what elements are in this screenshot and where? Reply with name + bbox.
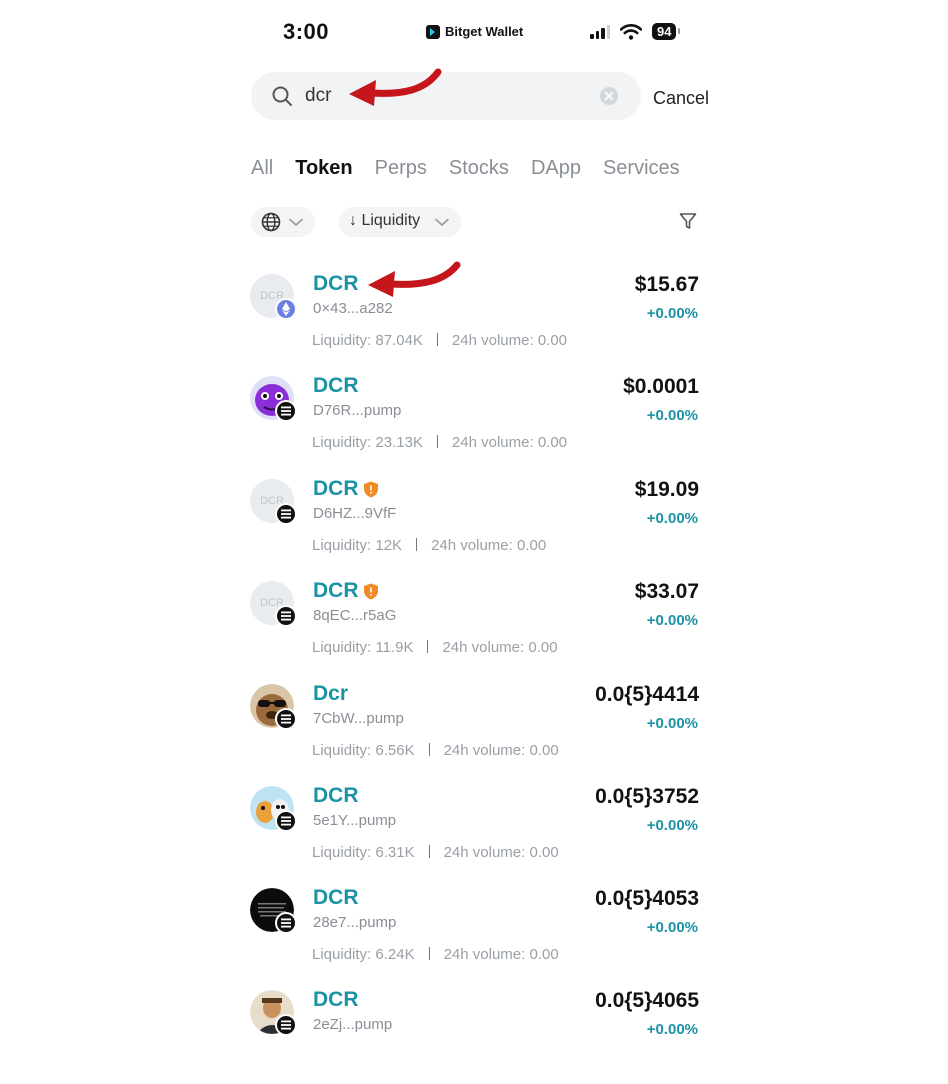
token-row[interactable]: DCR DCR 0×43...a282 Liquidity: 87.04K 24h… [249,272,701,368]
token-price: 0.0{5}4065 [595,989,699,1012]
token-stats: Liquidity: 6.31K 24h volume: 0.00 [312,844,559,861]
chevron-down-icon [289,218,303,227]
token-symbol: DCR [313,988,359,1011]
tab-token[interactable]: Token [295,157,352,180]
ethereum-icon [275,298,297,320]
token-price: 0.0{5}4414 [595,683,699,706]
annotation-arrow [368,261,461,297]
tab-services[interactable]: Services [603,157,680,180]
token-change: +0.00% [646,919,698,936]
solana-icon [275,1014,297,1036]
tab-stocks[interactable]: Stocks [449,157,509,180]
token-row[interactable]: Dcr 7CbW...pump Liquidity: 6.56K 24h volu… [249,682,701,778]
solana-icon [275,912,297,934]
tab-dapp[interactable]: DApp [531,157,581,180]
search-icon [272,86,292,106]
token-stats: Liquidity: 11.9K 24h volume: 0.00 [312,639,558,656]
token-change: +0.00% [646,1021,698,1038]
system-icons: 94 [590,23,682,40]
battery-icon: 94 [652,23,682,40]
token-change: +0.00% [646,510,698,527]
token-address: 28e7...pump [313,914,397,931]
cellular-signal-icon [590,24,610,39]
token-change: +0.00% [646,305,698,322]
tab-perps[interactable]: Perps [375,157,427,180]
token-symbol: DCR [313,477,359,500]
token-row[interactable]: DCR DCR D6HZ...9VfF Liquidity: 12K 24h vo… [249,477,701,573]
shield-icon [364,481,378,498]
solana-icon [275,503,297,525]
token-symbol: DCR [313,374,359,397]
shield-icon [364,583,378,600]
token-price: $19.09 [634,478,699,501]
wifi-icon [620,23,642,40]
token-stats: Liquidity: 23.13K 24h volume: 0.00 [312,434,568,451]
token-change: +0.00% [646,817,698,834]
cancel-button[interactable]: Cancel [653,88,709,109]
tab-all[interactable]: All [251,157,273,180]
token-price: 0.0{5}3752 [595,785,699,808]
token-row[interactable]: DCR 5e1Y...pump Liquidity: 6.31K 24h volu… [249,784,701,880]
sort-label: ↓ Liquidity [349,212,421,229]
token-row[interactable]: DCR 2eZj...pump 0.0{5}4065 +0.00% [249,988,701,1084]
search-bar[interactable] [251,72,641,120]
status-time: 3:00 [283,19,330,44]
token-address: 0×43...a282 [313,300,393,317]
token-address: 8qEC...r5aG [313,607,397,624]
token-row[interactable]: DCR DCR 8qEC...r5aG Liquidity: 11.9K 24h … [249,579,701,675]
solana-icon [275,708,297,730]
token-symbol: Dcr [313,682,349,705]
solana-icon [275,605,297,627]
token-price: $33.07 [634,580,699,603]
token-address: 5e1Y...pump [313,812,397,829]
annotation-arrow [349,68,442,106]
token-address: D76R...pump [313,402,402,419]
token-price: $0.0001 [623,375,699,398]
token-stats: Liquidity: 6.56K 24h volume: 0.00 [312,742,559,759]
token-address: 2eZj...pump [313,1016,393,1033]
token-change: +0.00% [646,612,698,629]
solana-icon [275,810,297,832]
token-stats: Liquidity: 12K 24h volume: 0.00 [312,537,547,554]
token-address: 7CbW...pump [313,710,404,727]
token-change: +0.00% [646,407,698,424]
sort-liquidity-button[interactable]: ↓ Liquidity [339,207,461,237]
filter-icon[interactable] [678,211,698,231]
solana-icon [275,400,297,422]
token-stats: Liquidity: 6.24K 24h volume: 0.00 [312,946,559,963]
token-price: 0.0{5}4053 [595,887,699,910]
token-price: $15.67 [634,273,699,296]
token-symbol: DCR [313,784,359,807]
app-name: Bitget Wallet [445,24,524,39]
app-brand: Bitget Wallet [426,24,523,39]
bitget-logo-icon [426,24,440,39]
token-row[interactable]: DCR D76R...pump Liquidity: 23.13K 24h vol… [249,374,701,470]
clear-icon[interactable] [599,86,619,106]
globe-icon [261,212,281,232]
token-address: D6HZ...9VfF [313,505,397,522]
token-symbol: DCR [313,579,359,602]
token-symbol: DCR [313,886,359,909]
chevron-down-icon [435,218,449,227]
token-stats: Liquidity: 87.04K 24h volume: 0.00 [312,332,568,349]
token-change: +0.00% [646,715,698,732]
token-row[interactable]: DCR 28e7...pump Liquidity: 6.24K 24h volu… [249,886,701,982]
token-symbol: DCR [313,272,359,295]
network-filter-button[interactable] [251,207,315,237]
category-tabs: All Token Perps Stocks DApp Services [251,157,725,185]
